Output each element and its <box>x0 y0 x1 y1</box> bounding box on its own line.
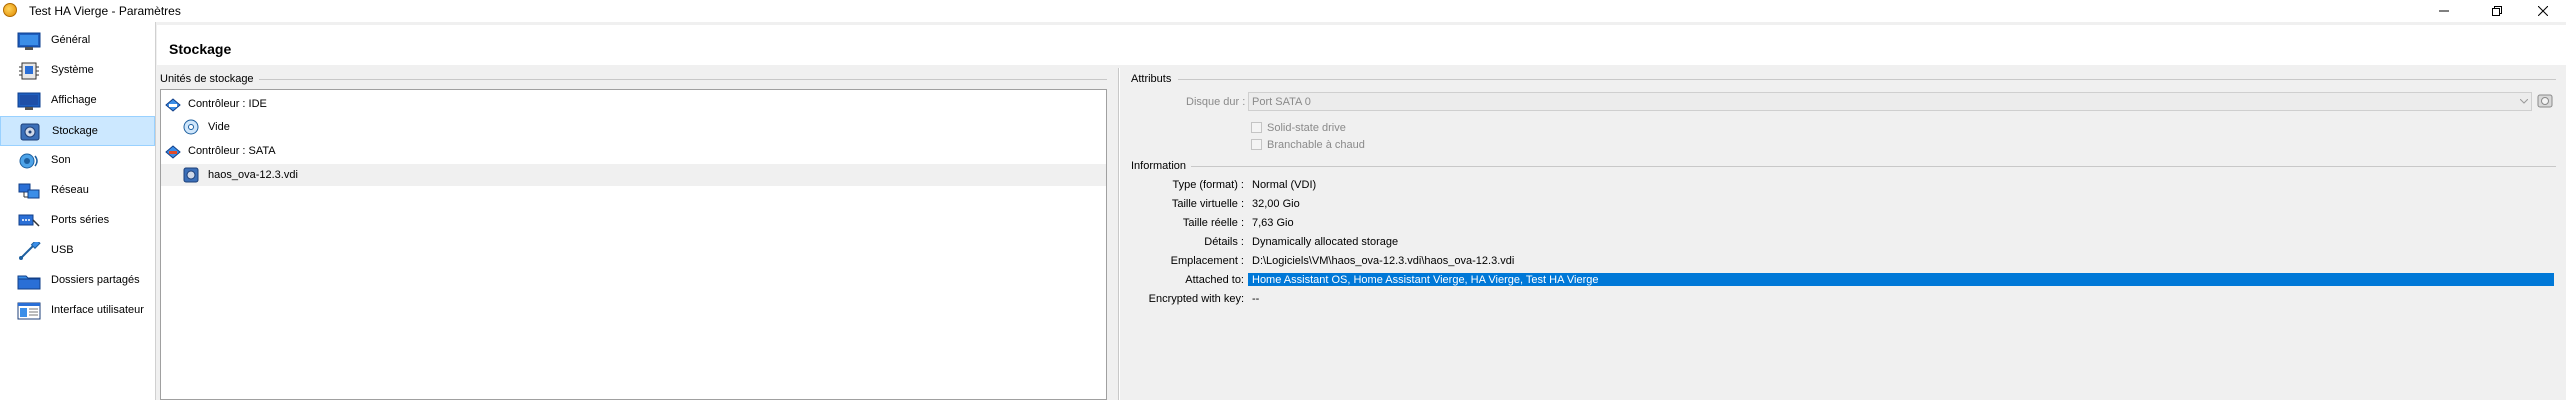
hotplug-label: Branchable à chaud <box>1267 139 1365 151</box>
sidebar-item-general[interactable]: Général <box>0 26 155 56</box>
format-value: Normal (VDI) <box>1252 179 1317 191</box>
storage-tree[interactable]: Contrôleur : IDE Vide Contrôleur : SATA … <box>160 89 1107 400</box>
section-divider <box>1178 79 2556 80</box>
page-title: Stockage <box>169 41 232 57</box>
encryption-value: -- <box>1252 293 1260 305</box>
sidebar-item-serial-ports[interactable]: Ports séries <box>0 206 155 236</box>
tree-item-label: Vide <box>208 121 230 133</box>
location-label: Emplacement : <box>1170 255 1244 267</box>
virtual-size-label: Taille virtuelle : <box>1171 198 1244 210</box>
choose-disk-button[interactable] <box>2536 92 2554 111</box>
minimize-icon <box>2439 10 2449 12</box>
details-label: Détails : <box>1204 236 1244 248</box>
sidebar-item-label: Réseau <box>51 184 89 196</box>
tree-item-hard-disk[interactable]: haos_ova-12.3.vdi <box>161 164 1106 186</box>
tree-item-sata-controller[interactable]: Contrôleur : SATA <box>161 140 1106 162</box>
hard-disk-port-select[interactable]: Port SATA 0 <box>1248 92 2532 111</box>
sidebar-item-label: Affichage <box>51 94 97 106</box>
serial-ports-icon <box>18 214 40 227</box>
encryption-label: Encrypted with key: <box>1148 293 1244 305</box>
restore-button[interactable] <box>2474 0 2520 22</box>
chevron-down-icon <box>2520 99 2528 104</box>
close-icon <box>2538 6 2548 16</box>
sidebar-item-storage[interactable]: Stockage <box>0 116 155 146</box>
page-header: Stockage <box>157 25 2566 65</box>
attributes-label: Attributs <box>1131 73 1172 85</box>
ide-controller-icon <box>165 98 181 112</box>
audio-icon <box>19 153 38 169</box>
ssd-checkbox[interactable] <box>1251 122 1262 133</box>
hard-disk-label: Disque dur : <box>1186 96 1246 108</box>
title-bar: Test HA Vierge - Paramètres <box>0 0 2566 22</box>
details-value: Dynamically allocated storage <box>1252 236 1399 248</box>
ssd-label: Solid-state drive <box>1267 122 1346 134</box>
sata-controller-icon <box>165 145 181 159</box>
tree-item-label: Contrôleur : IDE <box>188 98 267 110</box>
hard-disk-port-value: Port SATA 0 <box>1252 96 1311 108</box>
location-value: D:\Logiciels\VM\haos_ova-12.3.vdi\haos_o… <box>1252 255 1515 267</box>
window-title: Test HA Vierge - Paramètres <box>29 4 181 18</box>
network-icon <box>18 183 40 199</box>
sidebar-item-usb[interactable]: USB <box>0 236 155 266</box>
tree-item-label: haos_ova-12.3.vdi <box>208 169 298 181</box>
sidebar-item-system[interactable]: Système <box>0 56 155 86</box>
sidebar-item-display[interactable]: Affichage <box>0 86 155 116</box>
tree-item-label: Contrôleur : SATA <box>188 145 276 157</box>
maximize-icon <box>2492 6 2502 16</box>
optical-disc-icon <box>183 119 199 135</box>
settings-sidebar: Général Système Affichage Stockage Son R… <box>0 22 156 400</box>
format-label: Type (format) : <box>1172 179 1244 191</box>
sidebar-item-shared-folders[interactable]: Dossiers partagés <box>0 266 155 296</box>
attached-to-value[interactable]: Home Assistant OS, Home Assistant Vierge… <box>1252 274 1598 286</box>
hard-disk-icon <box>183 167 199 183</box>
attached-to-label: Attached to: <box>1185 274 1244 286</box>
close-button[interactable] <box>2520 0 2566 22</box>
sidebar-item-label: Dossiers partagés <box>51 274 140 286</box>
minimize-button[interactable] <box>2421 0 2467 22</box>
tree-item-empty-optical[interactable]: Vide <box>161 116 1106 138</box>
storage-icon <box>20 123 40 141</box>
virtual-size-value: 32,00 Gio <box>1252 198 1300 210</box>
actual-size-value: 7,63 Gio <box>1252 217 1294 229</box>
user-interface-icon <box>17 302 41 320</box>
general-icon <box>17 32 41 50</box>
hard-disk-icon <box>2537 94 2553 108</box>
actual-size-label: Taille réelle : <box>1182 217 1244 229</box>
sidebar-item-label: Système <box>51 64 94 76</box>
section-divider <box>259 79 1107 80</box>
sidebar-item-label: Interface utilisateur <box>51 304 144 316</box>
virtualbox-icon <box>3 3 17 17</box>
sidebar-item-label: Stockage <box>52 125 98 137</box>
section-divider <box>1191 166 2556 167</box>
tree-item-ide-controller[interactable]: Contrôleur : IDE <box>161 93 1106 115</box>
information-label: Information <box>1131 160 1187 172</box>
hotplug-checkbox[interactable] <box>1251 139 1262 150</box>
sidebar-item-network[interactable]: Réseau <box>0 176 155 206</box>
display-icon <box>17 92 41 110</box>
sidebar-item-label: Général <box>51 34 91 46</box>
panel-splitter-highlight <box>1119 68 1120 400</box>
sidebar-item-audio[interactable]: Son <box>0 146 155 176</box>
system-icon <box>19 62 39 80</box>
sidebar-item-user-interface[interactable]: Interface utilisateur <box>0 296 155 326</box>
sidebar-item-label: Son <box>51 154 71 166</box>
shared-folders-icon <box>17 275 41 290</box>
usb-icon <box>19 242 41 260</box>
sidebar-item-label: Ports séries <box>51 214 110 226</box>
sidebar-item-label: USB <box>51 244 74 256</box>
storage-units-label: Unités de stockage <box>160 73 254 85</box>
